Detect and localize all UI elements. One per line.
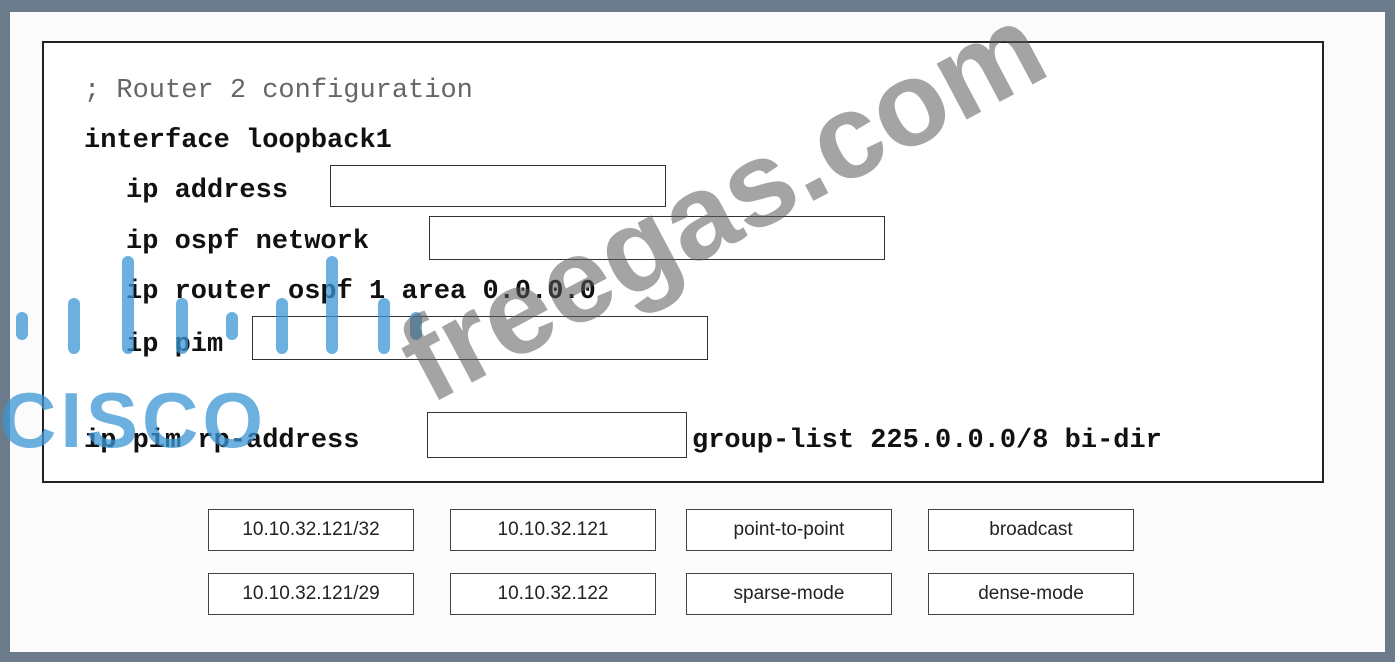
option-ip-host-122[interactable]: 10.10.32.122 [450, 573, 656, 615]
option-sparse-mode[interactable]: sparse-mode [686, 573, 892, 615]
option-ip-32[interactable]: 10.10.32.121/32 [208, 509, 414, 551]
option-dense-mode[interactable]: dense-mode [928, 573, 1134, 615]
cisco-logo-text: CISCO [0, 376, 268, 464]
group-list-suffix: group-list 225.0.0.0/8 bi-dir [692, 426, 1162, 456]
option-point-to-point[interactable]: point-to-point [686, 509, 892, 551]
rp-address-drop-slot[interactable] [427, 412, 687, 458]
option-ip-29[interactable]: 10.10.32.121/29 [208, 573, 414, 615]
option-ip-host-121[interactable]: 10.10.32.121 [450, 509, 656, 551]
option-broadcast[interactable]: broadcast [928, 509, 1134, 551]
